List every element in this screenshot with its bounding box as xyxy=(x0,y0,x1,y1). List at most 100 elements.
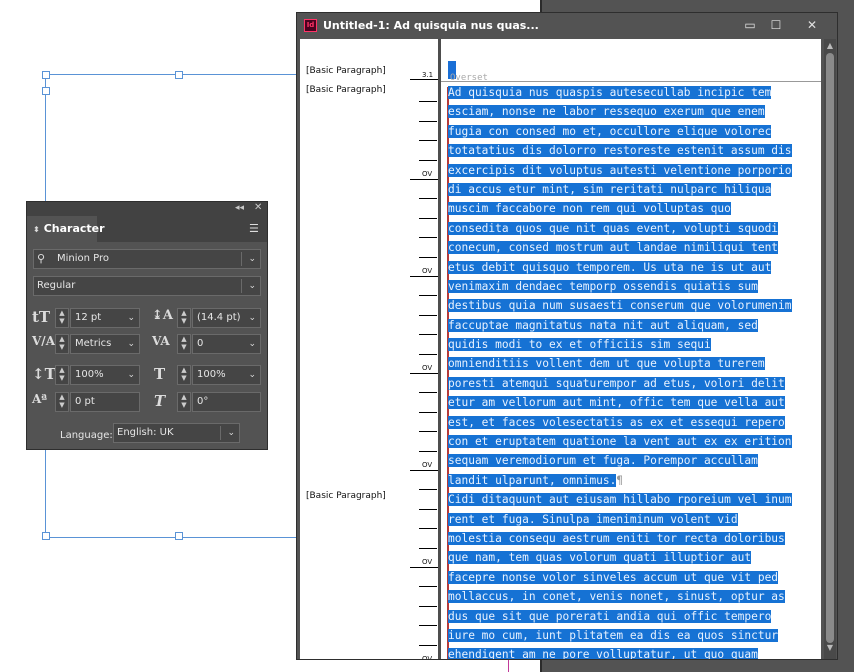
story-line[interactable]: rent et fuga. Sinulpa imeniminum volent … xyxy=(448,510,821,529)
frame-handle-top[interactable] xyxy=(175,71,183,79)
story-line[interactable]: muscim faccabore non rem qui volluptas q… xyxy=(448,199,821,218)
depth-label: OV xyxy=(422,267,433,275)
leading-stepper[interactable]: ▲ ▼ xyxy=(177,308,191,328)
font-family-dropdown[interactable]: ⚲ Minion Pro ⌄ xyxy=(33,249,261,269)
font-size-value: 12 pt xyxy=(75,312,102,323)
story-line[interactable]: omnienditiis vollent dem ut que volupta … xyxy=(448,354,821,373)
scroll-down-icon[interactable]: ▼ xyxy=(824,643,836,653)
selected-text: rent et fuga. Sinulpa imeniminum volent … xyxy=(448,512,738,526)
depth-ruler-tick xyxy=(419,606,437,607)
skew-stepper[interactable]: ▲ ▼ xyxy=(177,392,191,412)
collapse-panel-icon[interactable]: ◂◂ xyxy=(235,203,244,213)
scrollbar-thumb[interactable] xyxy=(826,53,834,643)
story-line[interactable]: quidis modi to ex et officiis sim sequi xyxy=(448,335,821,354)
story-line[interactable]: venimaxim dendaec temporp ossendis quiat… xyxy=(448,277,821,296)
selected-text: venimaxim dendaec temporp ossendis quiat… xyxy=(448,279,758,293)
tracking-field[interactable]: 0 ⌄ xyxy=(192,334,261,354)
story-text[interactable]: Ad quisquia nus quaspis autesecullab inc… xyxy=(448,83,821,659)
story-line[interactable]: totatatius dis dolorro restoreste esteni… xyxy=(448,141,821,160)
story-line[interactable]: di accus etur mint, sim reritati nulparc… xyxy=(448,180,821,199)
story-line[interactable]: conecum, consed mostrum aut landae nimil… xyxy=(448,238,821,257)
vertical-scrollbar[interactable]: ▲ ▼ xyxy=(824,39,836,659)
story-line[interactable]: facepre nonse volor sinveles accum ut qu… xyxy=(448,568,821,587)
story-line[interactable]: est, et faces volesectatis as ex et esse… xyxy=(448,413,821,432)
story-line[interactable]: fugia con consed mo et, occullore elique… xyxy=(448,122,821,141)
story-line[interactable]: iure mo cum, iunt plitatem ea dis ea quo… xyxy=(448,626,821,645)
horizontal-scale-stepper[interactable]: ▲ ▼ xyxy=(177,365,191,385)
story-line[interactable]: etur am vellorum aut mint, offic tem que… xyxy=(448,393,821,412)
story-line[interactable]: poresti atemqui squaturempor ad etus, vo… xyxy=(448,374,821,393)
depth-ruler-tick xyxy=(419,237,437,238)
horizontal-scale-value: 100% xyxy=(197,369,226,380)
language-dropdown[interactable]: English: UK ⌄ xyxy=(113,423,240,443)
overset-divider-line xyxy=(441,81,821,82)
panel-menu-icon[interactable]: ☰ xyxy=(249,222,259,235)
font-style-value: Regular xyxy=(37,280,76,291)
story-editor-pane[interactable]: [Basic Paragraph] [Basic Paragraph] [Bas… xyxy=(300,39,821,659)
chevron-down-icon: ⌄ xyxy=(127,339,135,349)
selected-text: etus debit quisquo temporem. Us uta ne i… xyxy=(448,260,772,274)
story-line[interactable]: ehendigent am ne pore volluptatur, ut qu… xyxy=(448,645,821,659)
font-size-field[interactable]: 12 pt ⌄ xyxy=(70,308,140,328)
story-line[interactable]: Cidi ditaquunt aut eiusam hillabo rporei… xyxy=(448,490,821,509)
scroll-up-icon[interactable]: ▲ xyxy=(824,41,836,51)
panel-title-bar[interactable]: ◂◂ ✕ xyxy=(27,202,267,216)
selected-text: esciam, nonse ne labor ressequo exerum q… xyxy=(448,105,765,119)
selected-text: consedita quos que nit quas event, volup… xyxy=(448,221,779,235)
story-line[interactable]: landit ulparunt, omnimus.¶ xyxy=(448,471,821,490)
depth-ruler-tick xyxy=(410,567,438,568)
tab-character[interactable]: ⬍ Character xyxy=(27,216,105,242)
selected-text: que nam, tem quas volorum quati illuptio… xyxy=(448,551,752,565)
font-style-dropdown[interactable]: Regular ⌄ xyxy=(33,276,261,296)
selected-text: est, et faces volesectatis as ex et esse… xyxy=(448,415,785,429)
selected-text: iure mo cum, iunt plitatem ea dis ea quo… xyxy=(448,628,779,642)
selected-text: etur am vellorum aut mint, offic tem que… xyxy=(448,396,785,410)
baseline-shift-field[interactable]: 0 pt xyxy=(70,392,140,412)
story-line[interactable]: excercipis dit voluptus autesti velentio… xyxy=(448,161,821,180)
selected-text: excercipis dit voluptus autesti velentio… xyxy=(448,163,792,177)
story-line[interactable]: que nam, tem quas volorum quati illuptio… xyxy=(448,548,821,567)
selected-text: con et eruptatem quatione la vent aut ex… xyxy=(448,435,792,449)
font-size-stepper[interactable]: ▲ ▼ xyxy=(55,308,69,328)
frame-handle-tl[interactable] xyxy=(42,71,50,79)
font-family-value: Minion Pro xyxy=(57,253,110,264)
tracking-stepper[interactable]: ▲ ▼ xyxy=(177,334,191,354)
story-line[interactable]: faccuptae magnitatus nata nit aut aliqua… xyxy=(448,316,821,335)
story-line[interactable]: con et eruptatem quatione la vent aut ex… xyxy=(448,432,821,451)
story-line[interactable]: esciam, nonse ne labor ressequo exerum q… xyxy=(448,102,821,121)
vertical-scale-field[interactable]: 100% ⌄ xyxy=(70,365,140,385)
story-line[interactable]: etus debit quisquo temporem. Us uta ne i… xyxy=(448,258,821,277)
selected-text: conecum, consed mostrum aut landae nimil… xyxy=(448,241,779,255)
story-line[interactable]: molestia consequ aestrum eniti tor recta… xyxy=(448,529,821,548)
depth-ruler-tick xyxy=(419,334,437,335)
selected-text: poresti atemqui squaturempor ad etus, vo… xyxy=(448,376,785,390)
maximize-button[interactable]: ☐ xyxy=(763,17,789,33)
kerning-stepper[interactable]: ▲ ▼ xyxy=(55,334,69,354)
selected-text: landit ulparunt, omnimus. xyxy=(448,473,617,487)
baseline-shift-stepper[interactable]: ▲ ▼ xyxy=(55,392,69,412)
story-line[interactable]: mollaccus, in conet, venis nonet, sinust… xyxy=(448,587,821,606)
story-line[interactable]: dus que sit que porerati andia qui offic… xyxy=(448,607,821,626)
frame-handle-bl[interactable] xyxy=(42,532,50,540)
horizontal-scale-field[interactable]: 100% ⌄ xyxy=(192,365,261,385)
vertical-scale-stepper[interactable]: ▲ ▼ xyxy=(55,365,69,385)
story-line[interactable]: destibus quia num susaesti conserum que … xyxy=(448,296,821,315)
story-line[interactable]: sequam veremodiorum et fuga. Porempor ac… xyxy=(448,451,821,470)
leading-field[interactable]: (14.4 pt) ⌄ xyxy=(192,308,261,328)
skew-field[interactable]: 0° xyxy=(192,392,261,412)
close-window-button[interactable]: ✕ xyxy=(799,17,825,33)
kerning-field[interactable]: Metrics ⌄ xyxy=(70,334,140,354)
window-title-bar[interactable]: Id Untitled-1: Ad quisquia nus quas... ▭… xyxy=(297,13,837,39)
search-icon: ⚲ xyxy=(37,252,46,265)
story-line[interactable]: consedita quos que nit quas event, volup… xyxy=(448,219,821,238)
frame-in-port[interactable] xyxy=(42,87,50,95)
story-line[interactable]: Ad quisquia nus quaspis autesecullab inc… xyxy=(448,83,821,102)
tab-character-label: Character xyxy=(43,222,105,235)
indesign-app-icon: Id xyxy=(304,19,317,32)
pilcrow-mark: ¶ xyxy=(616,473,624,487)
selected-text: sequam veremodiorum et fuga. Porempor ac… xyxy=(448,454,758,468)
close-panel-icon[interactable]: ✕ xyxy=(254,202,262,213)
tracking-value: 0 xyxy=(197,338,204,349)
minimize-button[interactable]: ▭ xyxy=(737,17,763,33)
frame-handle-bottom[interactable] xyxy=(175,532,183,540)
